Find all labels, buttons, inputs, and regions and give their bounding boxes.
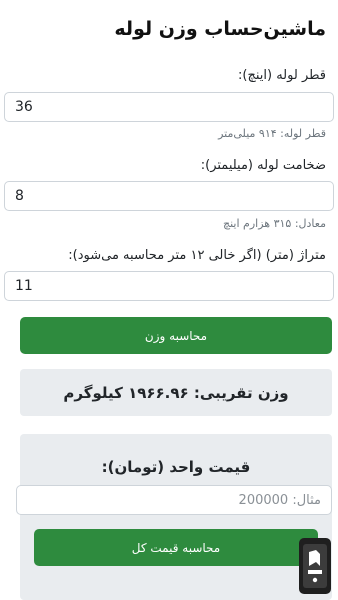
calculate-weight-button[interactable]: محاسبه وزن <box>20 317 332 354</box>
thickness-hint: معادل: ۳۱۵ هزارم اینچ <box>223 217 326 230</box>
length-input[interactable] <box>4 271 334 301</box>
price-title: قیمت واحد (تومان): <box>101 458 251 476</box>
thickness-input[interactable] <box>4 181 334 211</box>
app-store-badge-icon <box>296 536 334 596</box>
price-panel: قیمت واحد (تومان): محاسبه قیمت کل <box>16 434 332 600</box>
diameter-label: قطر لوله (اینچ): <box>238 68 326 83</box>
diameter-hint: قطر لوله: ۹۱۴ میلی‌متر <box>218 127 326 140</box>
thickness-label: ضخامت لوله (میلیمتر): <box>200 158 326 173</box>
length-label: متراژ (متر) (اگر خالی ۱۲ متر محاسبه می‌ش… <box>68 248 326 263</box>
diameter-input[interactable] <box>4 92 334 122</box>
calculate-total-price-button[interactable]: محاسبه قیمت کل <box>34 529 318 566</box>
weight-result: وزن تقریبی: ۱۹۶۶.۹۶ کیلوگرم <box>20 369 332 416</box>
price-input[interactable] <box>16 485 332 515</box>
page-title: ماشین‌حساب وزن لوله <box>114 18 326 40</box>
